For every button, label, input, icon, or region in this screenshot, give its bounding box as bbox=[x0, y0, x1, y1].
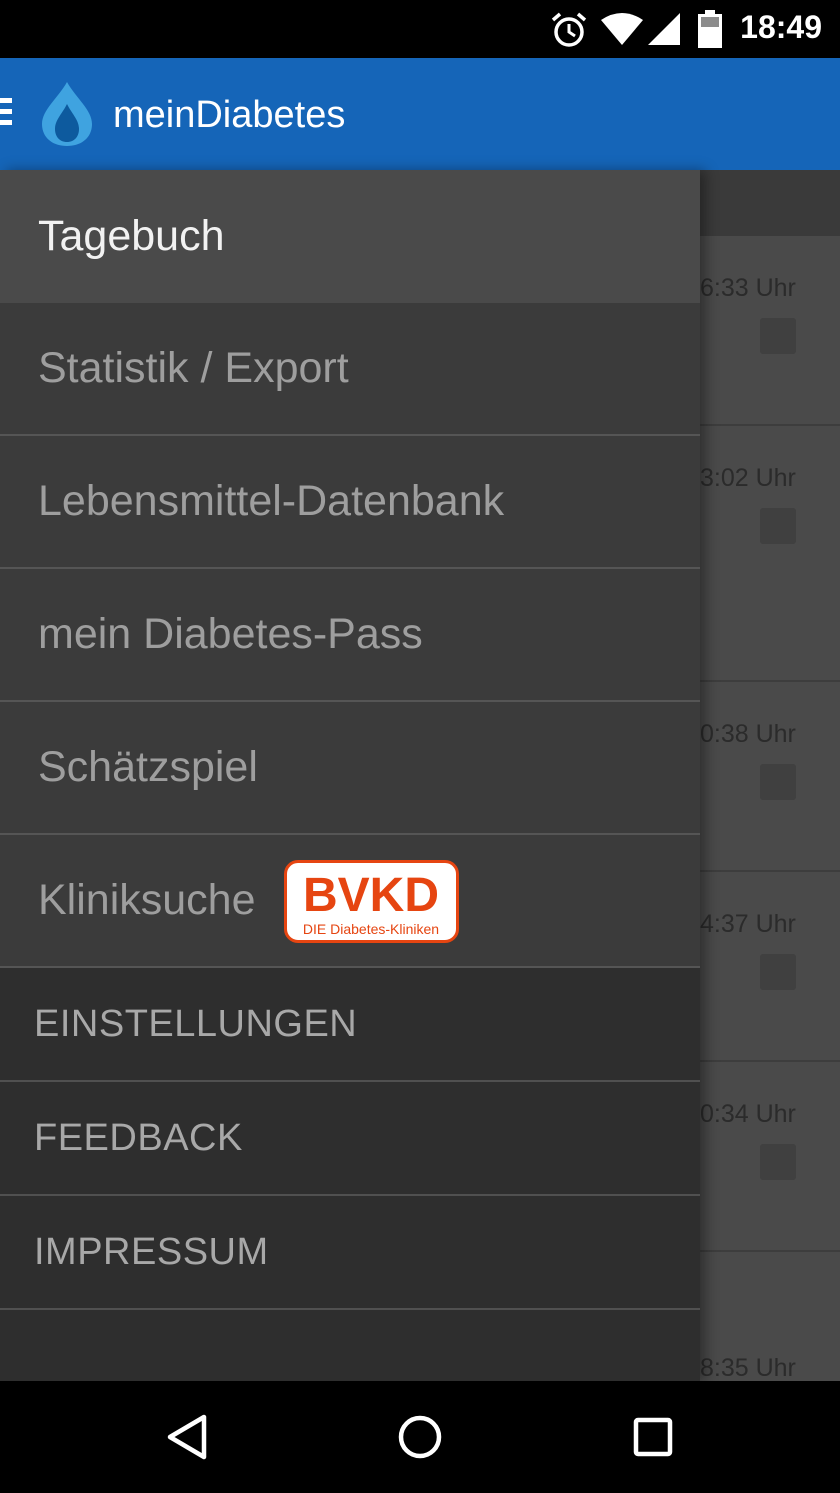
entry-time: 4:37 Uhr bbox=[700, 910, 796, 938]
back-icon[interactable] bbox=[162, 1411, 214, 1463]
cell-signal-icon bbox=[647, 12, 681, 51]
drawer-item-label: Tagebuch bbox=[38, 212, 225, 260]
home-icon[interactable] bbox=[394, 1411, 446, 1463]
status-bar: 18:49 bbox=[0, 0, 840, 58]
drawer-item-feedback[interactable]: FEEDBACK bbox=[0, 1082, 700, 1196]
note-icon bbox=[760, 1144, 796, 1180]
system-nav-bar bbox=[0, 1381, 840, 1493]
note-icon bbox=[760, 764, 796, 800]
drawer-item-diabetes-pass[interactable]: mein Diabetes-Pass bbox=[0, 569, 700, 702]
drawer-item-einstellungen[interactable]: EINSTELLUNGEN bbox=[0, 968, 700, 1082]
drawer-item-label: Statistik / Export bbox=[38, 344, 349, 392]
entry-time: 6:33 Uhr bbox=[700, 274, 796, 302]
recents-icon[interactable] bbox=[627, 1411, 679, 1463]
drawer-item-label: Schätzspiel bbox=[38, 743, 258, 791]
battery-icon bbox=[698, 10, 722, 53]
note-icon bbox=[760, 508, 796, 544]
note-icon bbox=[760, 954, 796, 990]
note-icon bbox=[760, 318, 796, 354]
wifi-icon bbox=[600, 12, 644, 51]
bvkd-logo-text: BVKD bbox=[303, 869, 439, 922]
alarm-icon bbox=[549, 10, 589, 55]
drawer-item-label: Lebensmittel-Datenbank bbox=[38, 477, 505, 525]
entry-time: 8:35 Uhr bbox=[700, 1354, 796, 1381]
drawer-section-label: EINSTELLUNGEN bbox=[34, 1002, 358, 1045]
drawer-item-impressum[interactable]: IMPRESSUM bbox=[0, 1196, 700, 1310]
drawer-footer-space bbox=[0, 1310, 700, 1381]
entry-time: 0:34 Uhr bbox=[700, 1100, 796, 1128]
drawer-item-schaetzspiel[interactable]: Schätzspiel bbox=[0, 702, 700, 835]
drawer-item-label: Kliniksuche bbox=[38, 876, 256, 924]
drawer-item-tagebuch[interactable]: Tagebuch bbox=[0, 170, 700, 303]
drawer-section-label: FEEDBACK bbox=[34, 1116, 243, 1159]
drawer-item-lebensmittel-datenbank[interactable]: Lebensmittel-Datenbank bbox=[0, 436, 700, 569]
hamburger-icon[interactable] bbox=[0, 98, 14, 132]
drawer-section-label: IMPRESSUM bbox=[34, 1230, 269, 1273]
drawer-item-statistik-export[interactable]: Statistik / Export bbox=[0, 303, 700, 436]
water-drop-icon[interactable] bbox=[38, 80, 96, 148]
app-bar: meinDiabetes bbox=[0, 58, 840, 170]
navigation-drawer: Tagebuch Statistik / Export Lebensmittel… bbox=[0, 170, 700, 1381]
bvkd-caption: DIE Diabetes-Kliniken bbox=[303, 921, 439, 937]
entry-time: 3:02 Uhr bbox=[700, 464, 796, 492]
drawer-item-kliniksuche[interactable]: Kliniksuche BVKD DIE Diabetes-Kliniken bbox=[0, 835, 700, 968]
status-time: 18:49 bbox=[740, 9, 822, 45]
drawer-item-label: mein Diabetes-Pass bbox=[38, 610, 423, 658]
bvkd-logo: BVKD DIE Diabetes-Kliniken bbox=[284, 860, 459, 943]
app-title: meinDiabetes bbox=[113, 94, 346, 136]
entry-time: 0:38 Uhr bbox=[700, 720, 796, 748]
